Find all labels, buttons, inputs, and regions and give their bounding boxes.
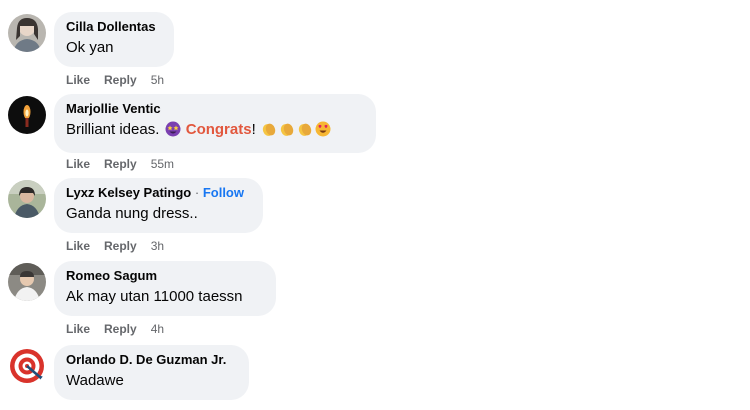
comment-author: Lyxz Kelsey Patingo · Follow — [66, 185, 251, 201]
comment-timestamp[interactable]: 55m — [151, 157, 174, 171]
comment-author[interactable]: Cilla Dollentas — [66, 19, 162, 35]
comment-timestamp[interactable]: 5h — [151, 73, 164, 87]
comment-actions: Like Reply 3h — [66, 239, 164, 253]
comment-bubble: Marjollie Ventic Brilliant ideas. Congra… — [54, 94, 376, 153]
like-button[interactable]: Like — [66, 157, 90, 171]
user-photo-icon — [8, 180, 46, 218]
follow-button[interactable]: Follow — [203, 185, 244, 200]
reply-button[interactable]: Reply — [104, 239, 137, 253]
avatar[interactable] — [8, 180, 46, 218]
comment-bubble: Lyxz Kelsey Patingo · Follow Ganda nung … — [54, 178, 263, 233]
comment-actions: Like Reply 4h — [66, 322, 164, 336]
comment-actions: Like Reply 55m — [66, 157, 174, 171]
comment-timestamp[interactable]: 4h — [151, 322, 164, 336]
heart-eyes-emoji-icon — [315, 121, 331, 137]
clapping-hands-emoji-icon — [261, 121, 277, 137]
avatar[interactable] — [8, 263, 46, 301]
avatar[interactable] — [8, 96, 46, 134]
clapping-hands-emoji-icon — [297, 121, 313, 137]
user-photo-icon — [8, 263, 46, 301]
comment-text-part: Brilliant ideas. — [66, 121, 160, 138]
comment-text: Ganda nung dress.. — [66, 205, 198, 222]
candle-photo-icon — [8, 96, 46, 134]
separator-dot: · — [194, 185, 200, 200]
comment-author[interactable]: Romeo Sagum — [66, 268, 264, 284]
like-button[interactable]: Like — [66, 239, 90, 253]
like-button[interactable]: Like — [66, 73, 90, 87]
comment-text: Brilliant ideas. Congrats! — [66, 120, 364, 140]
target-icon — [8, 347, 46, 385]
comment-bubble: Orlando D. De Guzman Jr. Wadawe — [54, 345, 249, 400]
comment-actions: Like Reply 5h — [66, 73, 164, 87]
clapping-hands-emoji-icon — [279, 121, 295, 137]
reply-button[interactable]: Reply — [104, 73, 137, 87]
comment-author-name[interactable]: Lyxz Kelsey Patingo — [66, 185, 191, 200]
comment-author[interactable]: Marjollie Ventic — [66, 101, 364, 117]
user-photo-icon — [8, 14, 46, 52]
reply-button[interactable]: Reply — [104, 322, 137, 336]
congrats-highlight: Congrats — [185, 121, 252, 138]
comment-text-part: ! — [251, 121, 256, 138]
reply-button[interactable]: Reply — [104, 157, 137, 171]
comment-bubble: Romeo Sagum Ak may utan 11000 taessn — [54, 261, 276, 316]
like-button[interactable]: Like — [66, 322, 90, 336]
star-struck-emoji-icon — [165, 121, 181, 137]
avatar[interactable] — [8, 347, 46, 385]
avatar[interactable] — [8, 14, 46, 52]
comment-text: Wadawe — [66, 372, 124, 389]
comment-text: Ak may utan 11000 taessn — [66, 288, 243, 305]
comment-timestamp[interactable]: 3h — [151, 239, 164, 253]
comment-text: Ok yan — [66, 39, 114, 56]
comment-bubble: Cilla Dollentas Ok yan — [54, 12, 174, 67]
comment-author[interactable]: Orlando D. De Guzman Jr. — [66, 352, 237, 368]
